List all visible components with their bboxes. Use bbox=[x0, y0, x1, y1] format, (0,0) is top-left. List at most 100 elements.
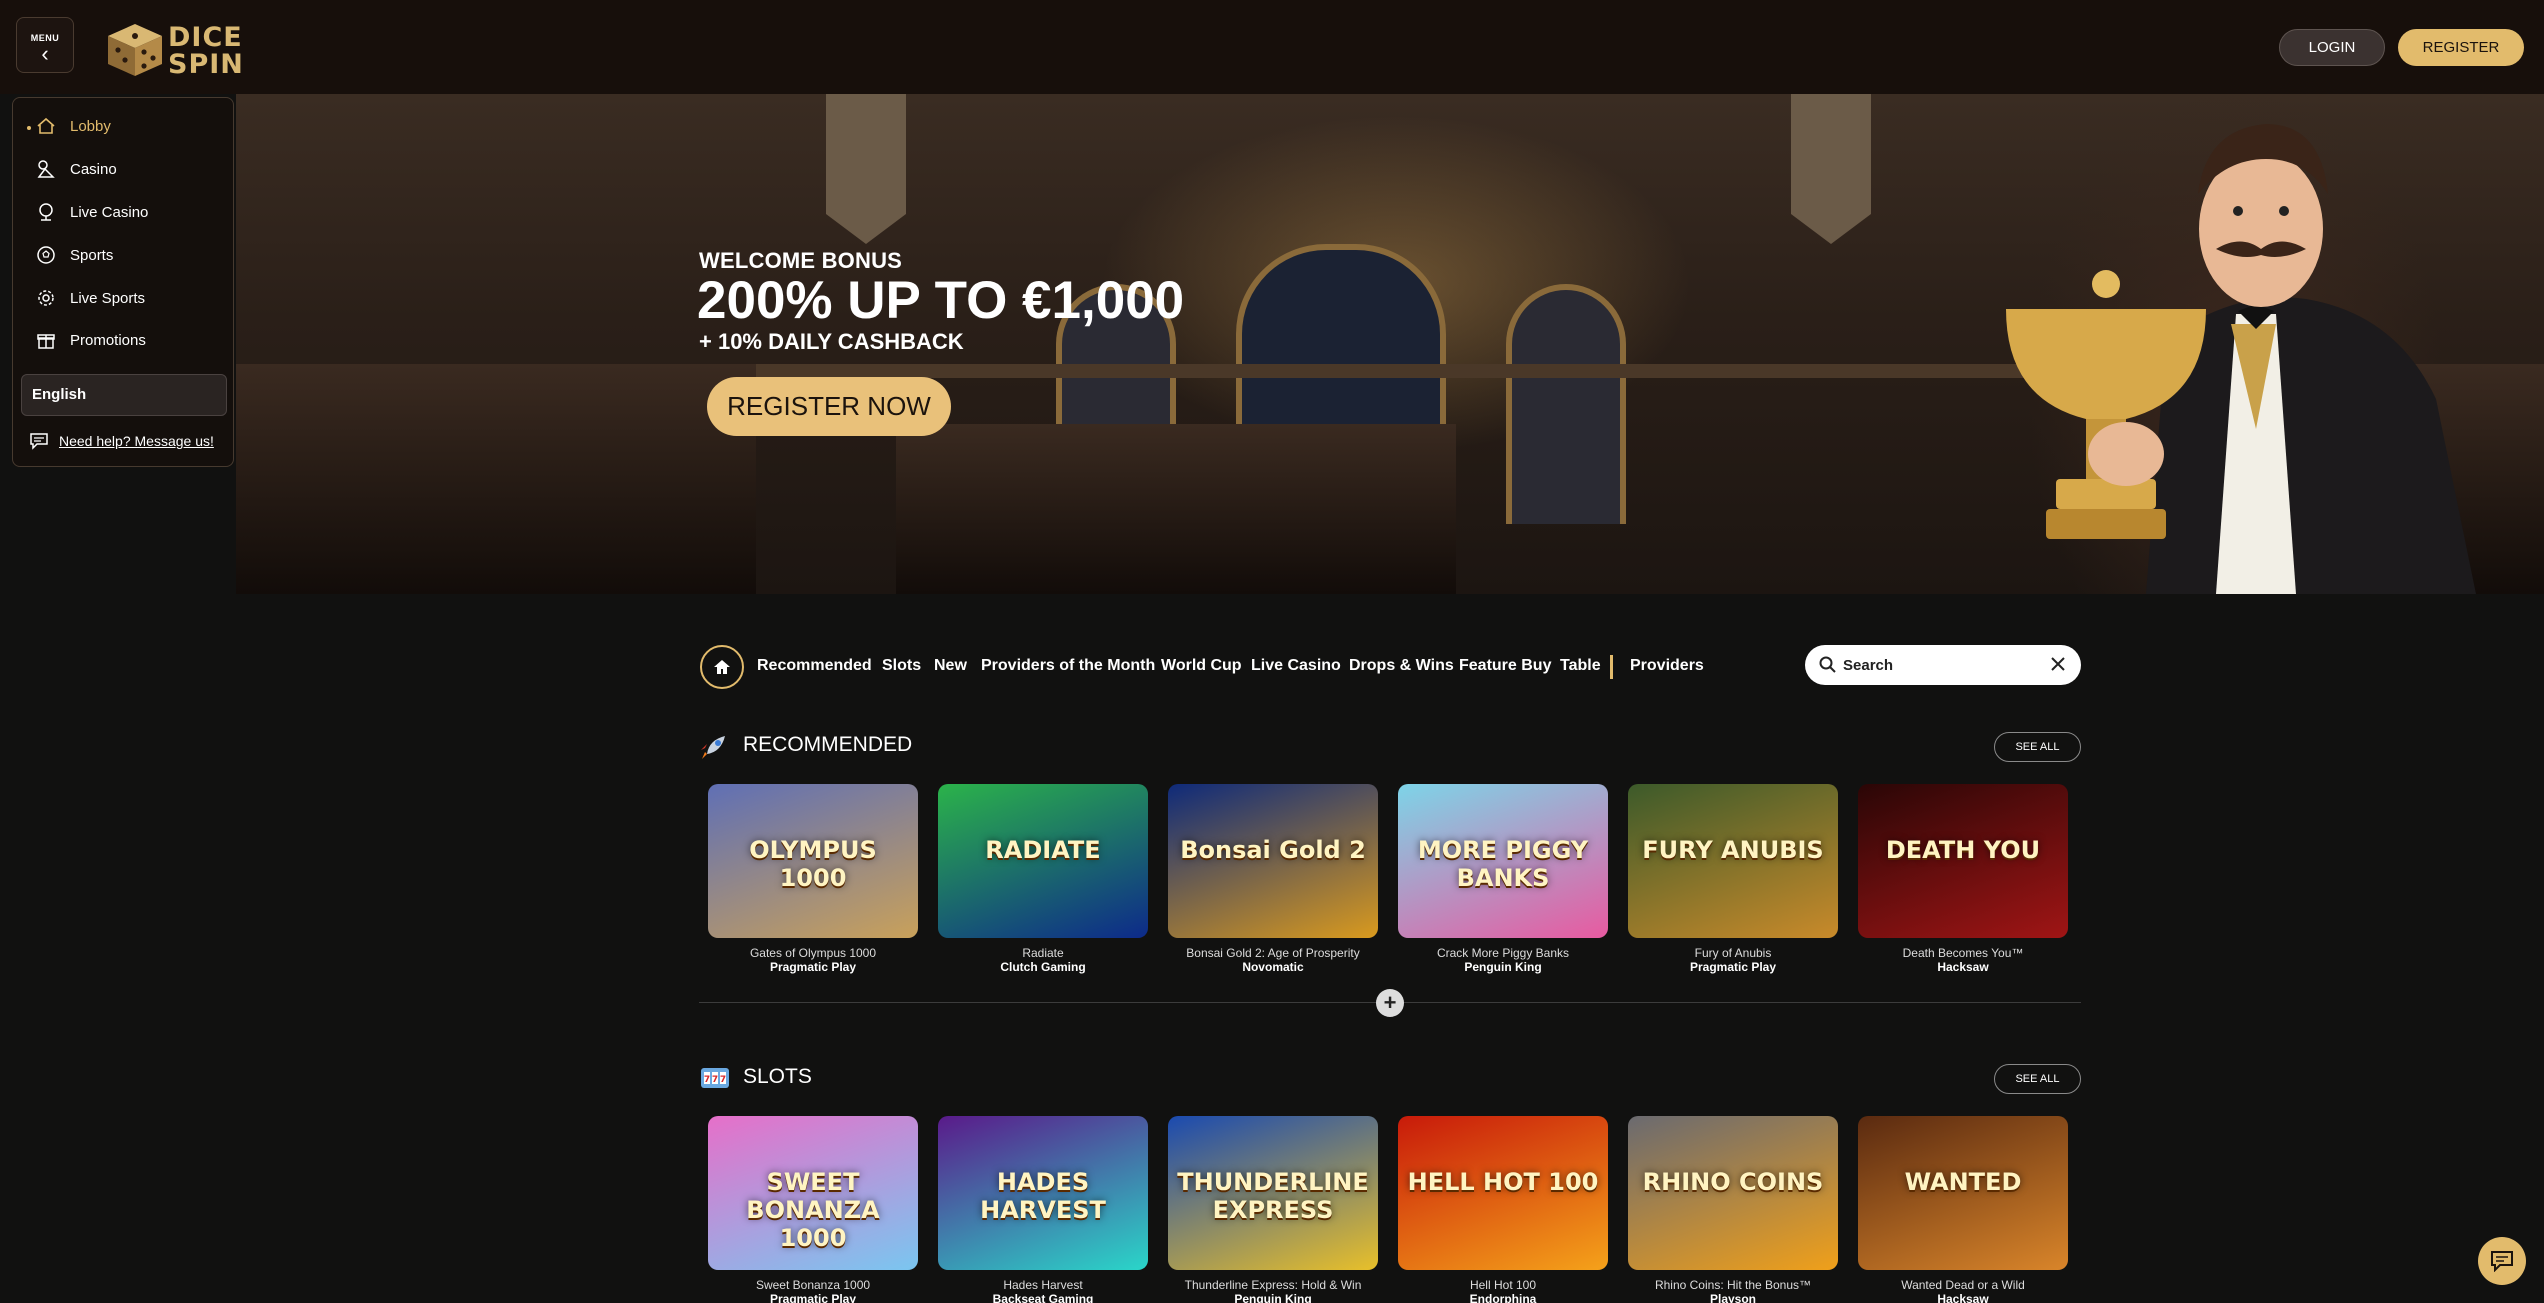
sidebar-item-label: Live Sports bbox=[70, 289, 146, 307]
game-name: Radiate bbox=[1022, 946, 1064, 960]
sidebar-item-label: Casino bbox=[70, 160, 117, 178]
game-name: Bonsai Gold 2: Age of Prosperity bbox=[1186, 946, 1360, 960]
game-name: Wanted Dead or a Wild bbox=[1901, 1278, 2025, 1292]
game-art-title: FURY ANUBIS bbox=[1642, 836, 1824, 864]
game-name: Gates of Olympus 1000 bbox=[749, 946, 877, 960]
see-all-recommended-button[interactable]: SEE ALL bbox=[1994, 732, 2081, 762]
live-chat-button[interactable] bbox=[2478, 1237, 2526, 1285]
game-tile[interactable]: RHINO COINS bbox=[1628, 1116, 1838, 1270]
mascot-with-trophy-illustration bbox=[2006, 124, 2476, 594]
game-provider: Endorphina bbox=[1469, 1292, 1537, 1303]
game-provider: Hacksaw bbox=[1937, 1292, 1989, 1303]
game-art-title: RADIATE bbox=[985, 836, 1101, 864]
section-title-slots: SLOTS bbox=[743, 1065, 812, 1088]
game-name: Hell Hot 100 bbox=[1469, 1278, 1537, 1292]
menu-toggle-button[interactable]: MENU ‹ bbox=[16, 17, 74, 73]
home-icon bbox=[714, 660, 730, 674]
tab-world-cup[interactable]: World Cup bbox=[1161, 657, 1242, 675]
tab-slots[interactable]: Slots bbox=[882, 657, 921, 675]
tab-providers[interactable]: Providers bbox=[1630, 657, 1704, 675]
dicespin-logo[interactable]: DICE SPIN bbox=[104, 20, 244, 80]
live-sports-icon bbox=[33, 285, 59, 311]
language-selector[interactable]: English bbox=[21, 374, 227, 416]
game-art-title: OLYMPUS 1000 bbox=[749, 836, 877, 892]
game-tile[interactable]: SWEET BONANZA 1000 bbox=[708, 1116, 918, 1270]
game-name: Fury of Anubis bbox=[1694, 946, 1772, 960]
game-art-title: Bonsai Gold 2 bbox=[1180, 836, 1366, 864]
game-tile[interactable]: HELL HOT 100 bbox=[1398, 1116, 1608, 1270]
game-provider: Hacksaw bbox=[1937, 960, 1989, 974]
dice-logo-icon bbox=[108, 24, 162, 76]
tab-table[interactable]: Table bbox=[1560, 657, 1601, 675]
bonus-headline: 200% UP TO €1,000 bbox=[697, 271, 1185, 330]
tab-live-casino[interactable]: Live Casino bbox=[1251, 657, 1341, 675]
game-art-title: WANTED bbox=[1904, 1168, 2022, 1196]
game-search-box bbox=[1805, 645, 2081, 685]
chat-icon bbox=[2491, 1251, 2513, 1272]
game-provider: Playson bbox=[1709, 1292, 1757, 1303]
soccer-ball-icon bbox=[33, 242, 59, 268]
game-provider: Penguin King bbox=[1464, 960, 1542, 974]
game-art-title: SWEET BONANZA 1000 bbox=[746, 1168, 880, 1252]
game-name: Sweet Bonanza 1000 bbox=[755, 1278, 871, 1292]
tab-feature-buy[interactable]: Feature Buy bbox=[1459, 657, 1551, 675]
tab-drops-and-wins[interactable]: Drops & Wins bbox=[1349, 657, 1454, 675]
game-provider: Clutch Gaming bbox=[1000, 960, 1086, 974]
game-art-title: THUNDERLINE EXPRESS bbox=[1177, 1168, 1369, 1224]
rocket-icon bbox=[701, 736, 725, 759]
game-provider: Backseat Gaming bbox=[992, 1292, 1094, 1303]
game-name: Rhino Coins: Hit the Bonus™ bbox=[1654, 1278, 1812, 1292]
tab-recommended[interactable]: Recommended bbox=[757, 657, 872, 675]
game-name: Thunderline Express: Hold & Win bbox=[1184, 1278, 1362, 1292]
search-icon bbox=[1819, 656, 1836, 673]
game-provider: Pragmatic Play bbox=[769, 1292, 857, 1303]
hanging-banner bbox=[826, 94, 906, 244]
game-tile[interactable]: OLYMPUS 1000 bbox=[708, 784, 918, 938]
game-tile[interactable]: WANTED bbox=[1858, 1116, 2068, 1270]
sidebar-item-sports[interactable]: Sports bbox=[33, 240, 113, 270]
category-home-button[interactable] bbox=[700, 645, 744, 689]
help-chat-link[interactable]: Need help? Message us! bbox=[29, 432, 214, 450]
category-divider bbox=[1610, 655, 1613, 679]
sidebar-item-promotions[interactable]: Promotions bbox=[33, 325, 146, 355]
svg-text:7: 7 bbox=[712, 1075, 718, 1085]
tab-new[interactable]: New bbox=[934, 657, 967, 675]
slot-machine-icon: 7 7 7 bbox=[701, 1068, 729, 1088]
tab-providers-of-the-month[interactable]: Providers of the Month bbox=[981, 657, 1155, 675]
register-now-button[interactable]: REGISTER NOW bbox=[707, 377, 951, 436]
see-all-slots-button[interactable]: SEE ALL bbox=[1994, 1064, 2081, 1094]
sidebar-item-lobby[interactable]: Lobby bbox=[33, 111, 111, 141]
archway bbox=[1506, 284, 1626, 524]
game-tile[interactable]: Bonsai Gold 2 bbox=[1168, 784, 1378, 938]
sidebar-item-casino[interactable]: Casino bbox=[33, 154, 117, 184]
game-tile[interactable]: DEATH YOU bbox=[1858, 784, 2068, 938]
load-more-plus-icon[interactable]: + bbox=[1376, 989, 1404, 1017]
game-name: Death Becomes You™ bbox=[1902, 946, 2024, 960]
sidebar-item-live-casino[interactable]: Live Casino bbox=[33, 197, 148, 227]
svg-text:7: 7 bbox=[720, 1075, 726, 1085]
casino-icon bbox=[33, 156, 59, 182]
game-tile[interactable]: FURY ANUBIS bbox=[1628, 784, 1838, 938]
register-button[interactable]: REGISTER bbox=[2398, 29, 2524, 66]
game-tile[interactable]: MORE PIGGY BANKS bbox=[1398, 784, 1608, 938]
sidebar-item-live-sports[interactable]: Live Sports bbox=[33, 283, 145, 313]
game-name: Crack More Piggy Banks bbox=[1436, 946, 1570, 960]
active-indicator-dot bbox=[27, 126, 31, 130]
game-tile[interactable]: THUNDERLINE EXPRESS bbox=[1168, 1116, 1378, 1270]
cashback-subline: + 10% DAILY CASHBACK bbox=[699, 329, 964, 354]
sidebar-item-label: Promotions bbox=[70, 331, 146, 349]
login-button[interactable]: LOGIN bbox=[2279, 29, 2385, 66]
crowd-left bbox=[236, 364, 756, 594]
clear-icon[interactable] bbox=[2049, 655, 2067, 673]
game-name: Hades Harvest bbox=[1003, 1278, 1083, 1292]
welcome-bonus-banner[interactable]: WELCOME BONUS 200% UP TO €1,000 + 10% DA… bbox=[236, 94, 2544, 594]
game-provider: Penguin King bbox=[1234, 1292, 1312, 1303]
search-input[interactable] bbox=[1843, 653, 2033, 677]
crowd-center bbox=[896, 424, 1456, 594]
game-tile[interactable]: RADIATE bbox=[938, 784, 1148, 938]
side-menu-panel: Lobby Casino Live Casino Sports Live Spo… bbox=[12, 97, 234, 467]
game-tile[interactable]: HADES HARVEST bbox=[938, 1116, 1148, 1270]
top-header: MENU ‹ DICE SPIN LOGIN REGISTER bbox=[0, 0, 2544, 94]
home-icon bbox=[33, 113, 59, 139]
gift-icon bbox=[33, 327, 59, 353]
